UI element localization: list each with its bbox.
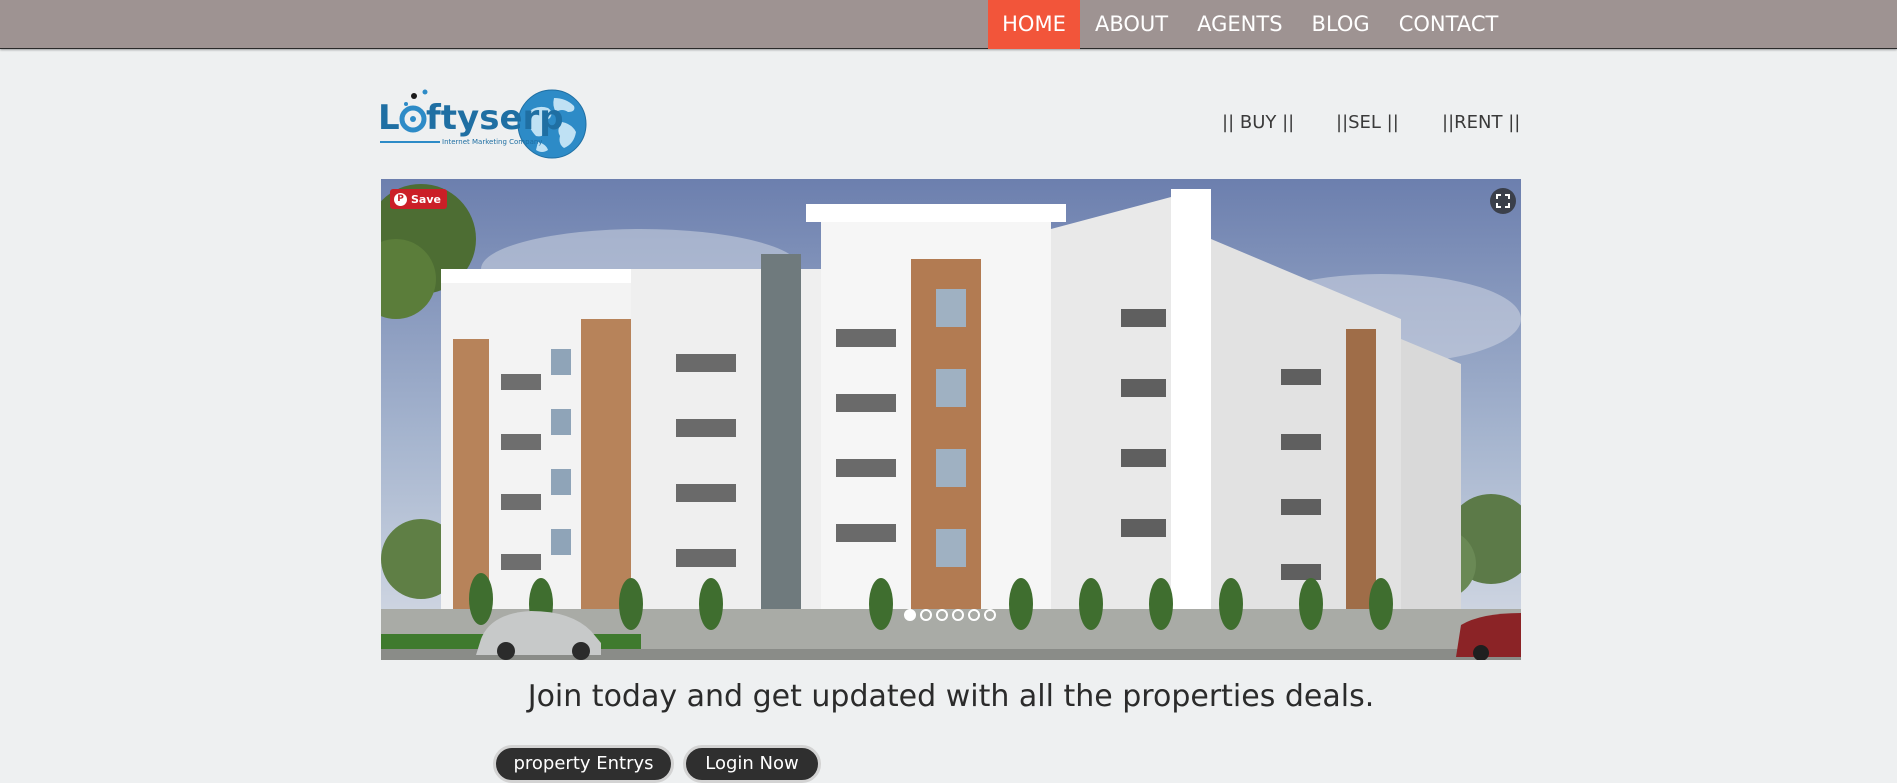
property-subnav: || BUY || ||SEL || ||RENT || bbox=[1200, 112, 1522, 140]
slider-dot-6[interactable] bbox=[984, 609, 996, 621]
hero-slider[interactable]: P Save bbox=[381, 179, 1521, 660]
logo-graphic: L ftyserp Internet Marketing Company bbox=[378, 89, 587, 159]
site-logo[interactable]: L ftyserp Internet Marketing Company bbox=[378, 86, 593, 161]
login-now-button[interactable]: Login Now bbox=[683, 745, 821, 783]
svg-text:L: L bbox=[378, 98, 400, 138]
svg-text:Internet Marketing Company: Internet Marketing Company bbox=[442, 138, 542, 146]
nav-about-link[interactable]: ABOUT bbox=[1080, 0, 1182, 49]
slider-dot-4[interactable] bbox=[952, 609, 964, 621]
nav-home-link[interactable]: HOME bbox=[988, 0, 1080, 49]
pinterest-save-label: Save bbox=[411, 192, 441, 206]
apartment-building-image bbox=[381, 179, 1521, 660]
top-nav: HOME ABOUT AGENTS BLOG CONTACT bbox=[988, 0, 1512, 49]
property-entrys-button[interactable]: property Entrys bbox=[493, 745, 674, 783]
nav-blog-link[interactable]: BLOG bbox=[1297, 0, 1384, 49]
fullscreen-icon bbox=[1496, 194, 1510, 208]
slider-dot-3[interactable] bbox=[936, 609, 948, 621]
top-navigation-bar: HOME ABOUT AGENTS BLOG CONTACT bbox=[0, 0, 1897, 49]
fullscreen-button[interactable] bbox=[1490, 188, 1516, 214]
rent-link[interactable]: ||RENT || bbox=[1442, 112, 1520, 133]
pinterest-save-button[interactable]: P Save bbox=[390, 189, 447, 209]
join-tagline: Join today and get updated with all the … bbox=[527, 679, 1375, 714]
sell-link[interactable]: ||SEL || bbox=[1336, 112, 1399, 133]
slider-dot-5[interactable] bbox=[968, 609, 980, 621]
slider-dot-2[interactable] bbox=[920, 609, 932, 621]
pinterest-icon: P bbox=[394, 192, 407, 206]
buy-link[interactable]: || BUY || bbox=[1222, 112, 1294, 133]
slider-pagination bbox=[904, 609, 996, 621]
slider-dot-1[interactable] bbox=[904, 609, 916, 621]
nav-contact-link[interactable]: CONTACT bbox=[1384, 0, 1513, 49]
svg-text:ftyserp: ftyserp bbox=[426, 98, 564, 138]
nav-agents-link[interactable]: AGENTS bbox=[1182, 0, 1296, 49]
